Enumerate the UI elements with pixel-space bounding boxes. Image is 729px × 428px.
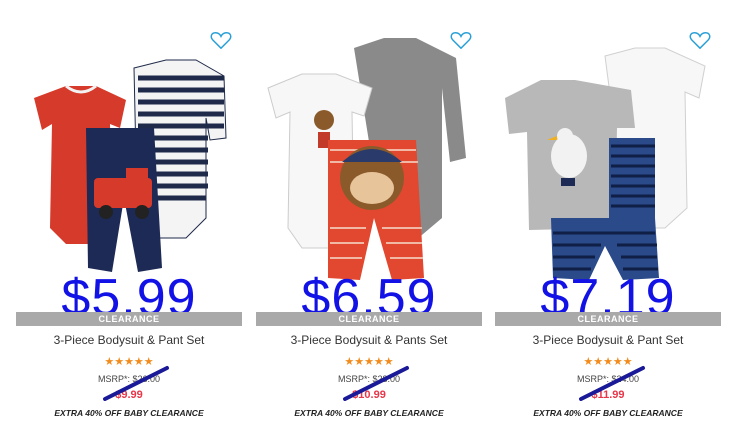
strikethrough-slash (103, 366, 169, 401)
strikethrough-slash (343, 366, 409, 401)
product-image[interactable] (505, 28, 711, 283)
product-title[interactable]: 3-Piece Bodysuit & Pant Set (495, 333, 721, 347)
clearance-banner: CLEARANCE (16, 312, 242, 326)
clearance-banner: CLEARANCE (495, 312, 721, 326)
product-card[interactable]: $7.19 CLEARANCE 3-Piece Bodysuit & Pant … (495, 0, 721, 428)
promo-text: EXTRA 40% OFF BABY CLEARANCE (54, 408, 204, 418)
product-image[interactable] (26, 28, 232, 283)
promo-text: EXTRA 40% OFF BABY CLEARANCE (533, 408, 683, 418)
strikethrough-slash (579, 366, 645, 401)
product-card[interactable]: $5.99 CLEARANCE 3-Piece Bodysuit & Pant … (16, 0, 242, 428)
product-image[interactable] (266, 28, 472, 283)
promo-text: EXTRA 40% OFF BABY CLEARANCE (294, 408, 444, 418)
clearance-banner: CLEARANCE (256, 312, 482, 326)
product-title[interactable]: 3-Piece Bodysuit & Pant Set (16, 333, 242, 347)
product-title[interactable]: 3-Piece Bodysuit & Pants Set (256, 333, 482, 347)
product-card[interactable]: $6.59 CLEARANCE 3-Piece Bodysuit & Pants… (256, 0, 482, 428)
